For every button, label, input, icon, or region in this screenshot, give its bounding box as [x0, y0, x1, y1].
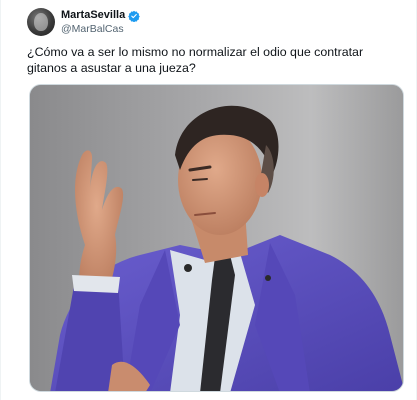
tweet-card[interactable]: MartaSevilla @MarBalCas ¿Cómo va a ser l… [0, 0, 417, 400]
author-handle[interactable]: @MarBalCas [61, 23, 140, 35]
photo-illustration [30, 85, 403, 391]
avatar[interactable] [27, 8, 55, 36]
display-name-row: MartaSevilla [61, 9, 141, 23]
tweet-header: MartaSevilla @MarBalCas [27, 8, 141, 36]
author-display-name[interactable]: MartaSevilla [61, 9, 125, 22]
tweet-photo[interactable] [29, 84, 404, 392]
author-names: MartaSevilla @MarBalCas [61, 9, 141, 35]
tweet-text: ¿Cómo va a ser lo mismo no normalizar el… [27, 45, 364, 75]
verified-badge-icon [128, 9, 141, 23]
